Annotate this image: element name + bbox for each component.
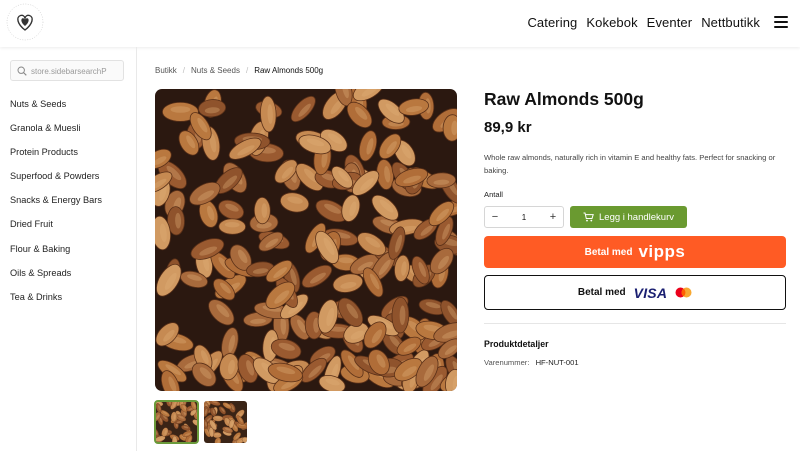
sidebar-item-granola-muesli[interactable]: Granola & Muesli [10, 123, 102, 147]
category-sidebar: Nuts & Seeds Granola & Muesli Protein Pr… [0, 47, 137, 451]
breadcrumb-nuts-seeds[interactable]: Nuts & Seeds [191, 66, 240, 75]
nav-kokebok[interactable]: Kokebok [586, 15, 637, 30]
breadcrumb: Butikk / Nuts & Seeds / Raw Almonds 500g [155, 66, 323, 75]
vipps-pay-label: Betal med [584, 246, 633, 258]
sidebar-search [10, 60, 124, 81]
quantity-value[interactable]: 1 [505, 213, 543, 222]
add-to-cart-label: Legg i handlekurv [599, 211, 674, 223]
product-details-heading: Produktdetaljer [484, 339, 549, 349]
card-pay-button[interactable]: Betal med VISA [484, 275, 786, 310]
quantity-stepper: − 1 + [484, 206, 564, 228]
quantity-increment-button[interactable]: + [543, 207, 563, 227]
site-header: Catering Kokebok Eventer Nettbutikk [0, 0, 800, 47]
mastercard-icon [675, 287, 692, 298]
breadcrumb-separator: / [245, 66, 249, 75]
add-to-cart-button[interactable]: Legg i handlekurv [570, 206, 687, 228]
product-title: Raw Almonds 500g [484, 89, 644, 109]
quantity-label: Antall [484, 190, 503, 199]
hamburger-icon[interactable] [774, 16, 788, 28]
category-list: Nuts & Seeds Granola & Muesli Protein Pr… [10, 99, 102, 316]
search-input[interactable] [31, 64, 121, 78]
sidebar-item-nuts-seeds[interactable]: Nuts & Seeds [10, 99, 102, 123]
sku-value: HF-NUT-001 [535, 358, 579, 367]
sidebar-item-oils-spreads[interactable]: Oils & Spreads [10, 268, 102, 292]
quantity-decrement-button[interactable]: − [485, 207, 505, 227]
sku-label: Varenummer: [484, 358, 530, 367]
sidebar-item-flour-baking[interactable]: Flour & Baking [10, 244, 102, 268]
product-thumbnail-2[interactable] [204, 401, 247, 443]
visa-logo: VISA [633, 284, 668, 301]
cart-icon [583, 212, 594, 222]
sidebar-item-tea-drinks[interactable]: Tea & Drinks [10, 292, 102, 316]
product-main-image[interactable] [155, 89, 457, 391]
sku-row: Varenummer: HF-NUT-001 [484, 358, 579, 367]
sidebar-item-snacks-energy-bars[interactable]: Snacks & Energy Bars [10, 195, 102, 219]
nav-catering[interactable]: Catering [527, 15, 577, 30]
breadcrumb-current: Raw Almonds 500g [254, 66, 324, 75]
section-divider [484, 323, 786, 324]
main-nav: Catering Kokebok Eventer Nettbutikk [527, 15, 760, 30]
vipps-logo: vipps [638, 242, 686, 261]
product-thumbnail-1[interactable] [154, 400, 199, 444]
heart-logo[interactable] [5, 2, 45, 42]
nav-nettbutikk[interactable]: Nettbutikk [701, 15, 760, 30]
nav-eventer[interactable]: Eventer [647, 15, 693, 30]
sidebar-item-dried-fruit[interactable]: Dried Fruit [10, 219, 102, 243]
product-price: 89,9 kr [484, 119, 532, 136]
card-pay-label: Betal med [577, 287, 626, 298]
breadcrumb-butikk[interactable]: Butikk [155, 66, 177, 75]
sidebar-item-superfood-powders[interactable]: Superfood & Powders [10, 171, 102, 195]
vipps-pay-button[interactable]: Betal med vipps [484, 236, 786, 268]
product-description: Whole raw almonds, naturally rich in vit… [484, 153, 776, 175]
sidebar-item-protein-products[interactable]: Protein Products [10, 147, 102, 171]
search-icon [17, 66, 27, 76]
breadcrumb-separator: / [182, 66, 186, 75]
